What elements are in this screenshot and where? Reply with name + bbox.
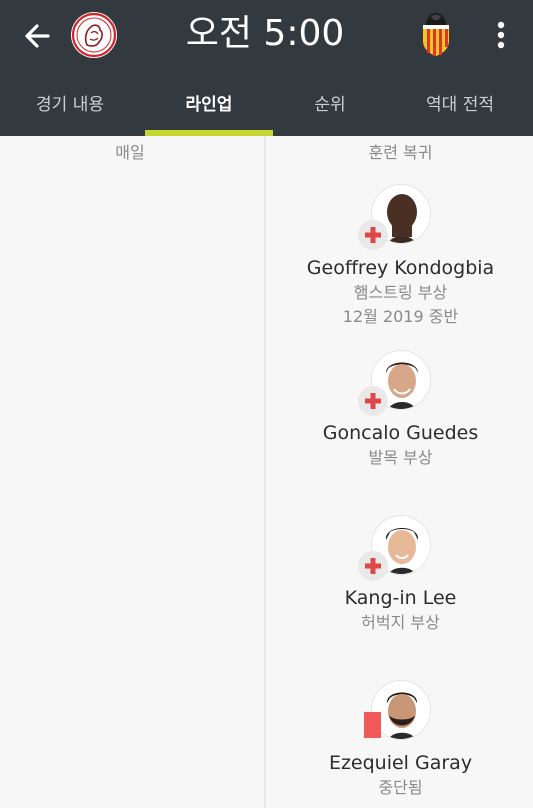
- red-card-icon: [364, 712, 381, 738]
- player-card[interactable]: Kang-in Lee 허벅지 부상: [268, 513, 533, 643]
- player-card[interactable]: Ezequiel Garay 중단됨: [268, 678, 533, 808]
- player-card[interactable]: Goncalo Guedes 발목 부상: [268, 348, 533, 478]
- return-date: 12월 2019 중반: [342, 307, 459, 326]
- column-divider: [264, 136, 266, 808]
- tab-lineup[interactable]: 라인업: [145, 80, 273, 136]
- injury-cross-icon: [358, 386, 388, 416]
- player-name: Geoffrey Kondogbia: [306, 257, 495, 279]
- player-card[interactable]: Geoffrey Kondogbia 햄스트링 부상 12월 2019 중반: [268, 182, 533, 332]
- avatar-group: [358, 678, 438, 742]
- injury-note: 햄스트링 부상: [353, 283, 448, 302]
- active-tab-indicator: [145, 130, 273, 136]
- avatar-group: [358, 348, 438, 416]
- tab-bar: 경기 내용 라인업 순위 역대 전적: [0, 80, 533, 136]
- player-name: Kang-in Lee: [344, 587, 457, 609]
- player-name: Ezequiel Garay: [328, 752, 473, 774]
- injury-cross-icon: [358, 220, 388, 250]
- tab-match-details[interactable]: 경기 내용: [0, 80, 140, 136]
- more-options-icon[interactable]: [486, 18, 516, 52]
- top-app-bar: 오전 5:00 경기 내용 라인업 순위 역대 전적: [0, 0, 533, 136]
- player-name: Goncalo Guedes: [322, 422, 479, 444]
- avatar-group: [358, 182, 438, 250]
- match-time: 오전 5:00: [185, 13, 345, 54]
- valencia-crest-icon[interactable]: [418, 11, 454, 57]
- right-column-label: 훈련 복귀: [368, 143, 433, 162]
- status-note: 중단됨: [378, 778, 423, 797]
- tab-standings[interactable]: 순위: [275, 80, 385, 136]
- back-arrow-icon[interactable]: [18, 16, 58, 56]
- avatar-group: [358, 513, 438, 581]
- ajax-crest-icon[interactable]: [70, 11, 118, 59]
- left-column-label: 매일: [115, 143, 145, 162]
- injury-note: 허벅지 부상: [361, 613, 440, 632]
- injury-cross-icon: [358, 551, 388, 581]
- injury-note: 발목 부상: [368, 448, 433, 467]
- tab-head-to-head[interactable]: 역대 전적: [390, 80, 530, 136]
